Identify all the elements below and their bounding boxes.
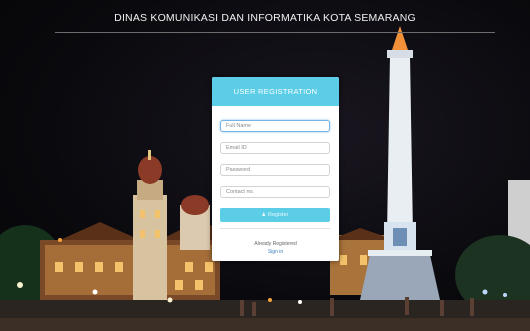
- password-input[interactable]: [220, 164, 330, 176]
- email-input[interactable]: [220, 142, 330, 154]
- right-building: [455, 180, 530, 315]
- contact-input[interactable]: [220, 186, 330, 198]
- sign-in-link[interactable]: Sign in: [212, 249, 339, 255]
- register-button[interactable]: ♟ Register: [220, 208, 330, 222]
- form-title: USER REGISTRATION: [212, 77, 339, 106]
- already-registered-text: Already Registered: [254, 241, 297, 247]
- header-divider: [55, 32, 495, 33]
- form-divider: [220, 228, 330, 229]
- user-icon: ♟: [261, 212, 266, 218]
- register-label: Register: [268, 212, 289, 218]
- monument: [360, 26, 440, 300]
- registration-card: USER REGISTRATION ♟ Register Already Reg…: [212, 77, 339, 261]
- page-title: DINAS KOMUNIKASI DAN INFORMATIKA KOTA SE…: [114, 12, 416, 24]
- registration-page: DINAS KOMUNIKASI DAN INFORMATIKA KOTA SE…: [0, 0, 530, 331]
- full-name-input[interactable]: [220, 120, 330, 132]
